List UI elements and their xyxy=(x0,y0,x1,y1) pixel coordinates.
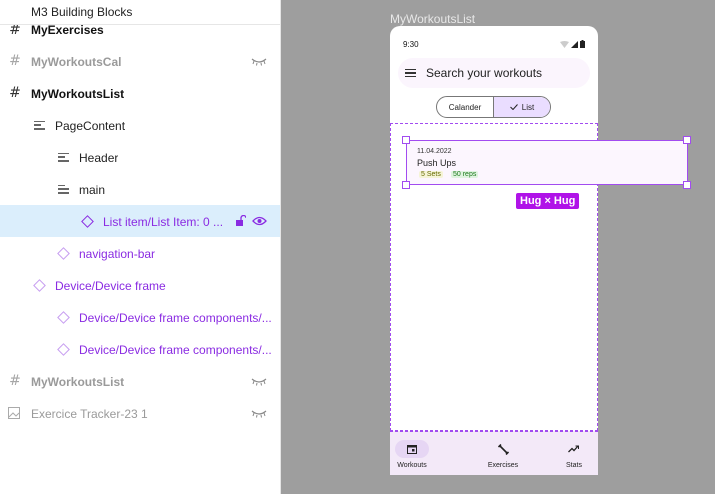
image-icon xyxy=(8,407,20,419)
layer-label: Device/Device frame components/... xyxy=(79,311,272,325)
layer-label: List item/List Item: 0 ... xyxy=(103,215,224,229)
layer-myworkoutscal[interactable]: # MyWorkoutsCal xyxy=(0,45,280,77)
frame-icon: # xyxy=(9,53,21,69)
layer-main[interactable]: main xyxy=(0,173,280,205)
check-icon xyxy=(509,104,518,110)
nav-item-stats[interactable]: Stats xyxy=(566,440,582,469)
layer-label: Device/Device frame xyxy=(55,279,166,293)
nav-label: Workouts xyxy=(397,462,427,469)
phone-frame[interactable]: 9:30 Search your workouts Calander List xyxy=(390,26,598,475)
resize-handle-bottom-right[interactable] xyxy=(683,181,691,189)
eye-closed-icon[interactable] xyxy=(251,57,267,67)
nav-item-workouts[interactable]: Workouts xyxy=(395,440,429,469)
auto-layout-icon xyxy=(56,182,70,196)
layer-device-frame-components-2[interactable]: Device/Device frame components/... xyxy=(0,333,280,365)
instance-icon xyxy=(80,214,94,228)
design-canvas[interactable]: MyWorkoutsList 9:30 Search your workouts… xyxy=(281,0,715,494)
auto-layout-icon xyxy=(56,150,70,164)
eye-closed-icon[interactable] xyxy=(251,409,267,419)
layer-label: navigation-bar xyxy=(79,247,156,261)
frame-icon: # xyxy=(9,85,21,101)
layer-label: Device/Device frame components/... xyxy=(79,343,272,357)
trending-up-icon xyxy=(568,445,580,453)
wifi-icon xyxy=(560,40,569,48)
auto-layout-icon xyxy=(32,118,46,132)
reps-chip: 50 reps xyxy=(451,171,479,178)
instance-icon xyxy=(56,246,70,260)
calendar-icon xyxy=(407,445,417,454)
instance-icon xyxy=(56,310,70,324)
hug-badge[interactable]: Hug × Hug xyxy=(516,193,580,209)
resize-handle-top-right[interactable] xyxy=(683,136,691,144)
fitness-icon xyxy=(497,443,509,455)
layers-panel: M3 Building Blocks # MyExercises # MyWor… xyxy=(0,0,281,494)
segment-list[interactable]: List xyxy=(493,97,550,117)
search-placeholder: Search your workouts xyxy=(426,66,543,80)
layer-label: MyWorkoutsCal xyxy=(31,55,122,69)
status-time: 9:30 xyxy=(403,40,419,49)
layer-label: PageContent xyxy=(55,119,126,133)
segment-calendar[interactable]: Calander xyxy=(437,97,493,117)
layer-label: MyExercises xyxy=(31,23,104,37)
eye-closed-icon[interactable] xyxy=(251,377,267,387)
workout-date: 11.04.2022 xyxy=(417,148,452,155)
frame-icon: # xyxy=(9,373,21,389)
layer-label: MyWorkoutsList xyxy=(31,87,125,101)
nav-label: Stats xyxy=(566,462,582,469)
navigation-bar: Workouts Exercises Stats xyxy=(390,431,598,475)
view-toggle[interactable]: Calander List xyxy=(436,96,551,118)
sets-chip: 5 Sets xyxy=(419,171,443,178)
layer-navigation-bar[interactable]: navigation-bar xyxy=(0,237,280,269)
battery-icon xyxy=(580,40,585,48)
segment-label: List xyxy=(521,102,535,112)
layer-pagecontent[interactable]: PageContent xyxy=(0,109,280,141)
eye-icon[interactable] xyxy=(252,216,267,226)
status-bar: 9:30 xyxy=(390,26,598,58)
layer-label: main xyxy=(79,183,106,197)
layer-device-frame[interactable]: Device/Device frame xyxy=(0,269,280,301)
resize-handle-top-left[interactable] xyxy=(402,136,410,144)
nav-label: Exercises xyxy=(487,462,519,469)
workout-title: Push Ups xyxy=(417,158,457,168)
layer-myworkoutslist[interactable]: # MyWorkoutsList xyxy=(0,77,280,109)
layer-label: Exercice Tracker-23 1 xyxy=(31,407,148,421)
menu-icon[interactable] xyxy=(405,69,416,77)
frame-icon: # xyxy=(9,22,21,38)
unlock-icon[interactable] xyxy=(235,215,246,227)
layer-header[interactable]: Header xyxy=(0,141,280,173)
page-name[interactable]: M3 Building Blocks xyxy=(0,0,280,25)
nav-item-exercises[interactable]: Exercises xyxy=(486,440,520,469)
layer-list-item[interactable]: List item/List Item: 0 ... xyxy=(0,205,280,237)
search-bar[interactable]: Search your workouts xyxy=(398,58,590,88)
signal-icon xyxy=(571,40,578,48)
layer-device-frame-components-1[interactable]: Device/Device frame components/... xyxy=(0,301,280,333)
instance-icon xyxy=(32,278,46,292)
list-item-selected[interactable]: 11.04.2022 Push Ups 5 Sets 50 reps xyxy=(406,140,688,185)
resize-handle-bottom-left[interactable] xyxy=(402,181,410,189)
layer-label: Header xyxy=(79,151,119,165)
layer-label: MyWorkoutsList xyxy=(31,375,125,389)
instance-icon xyxy=(56,342,70,356)
layer-myworkoutslist-hidden[interactable]: # MyWorkoutsList xyxy=(0,365,280,397)
layer-exercice-tracker[interactable]: Exercice Tracker-23 1 xyxy=(0,397,280,429)
segment-label: Calander xyxy=(448,102,482,112)
frame-title[interactable]: MyWorkoutsList xyxy=(390,12,475,26)
